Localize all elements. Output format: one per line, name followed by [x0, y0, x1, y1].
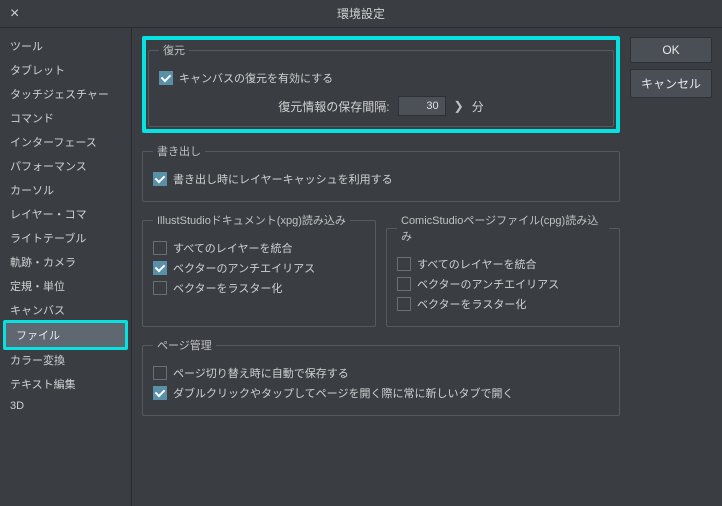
sidebar-label: カラー変換	[10, 355, 65, 367]
sidebar-item-text[interactable]: テキスト編集	[0, 372, 131, 396]
restore-enable-label: キャンバスの復元を有効にする	[179, 70, 333, 86]
cpg-raster-row[interactable]: ベクターをラスター化	[397, 296, 609, 312]
sidebar-label: インターフェース	[10, 137, 97, 149]
restore-enable-row[interactable]: キャンバスの復元を有効にする	[159, 70, 603, 86]
close-icon[interactable]: ×	[10, 5, 19, 23]
main-body: ツール タブレット タッチジェスチャー コマンド インターフェース パフォーマン…	[0, 28, 722, 506]
chevron-right-icon[interactable]: ❯	[454, 99, 464, 113]
xpg-merge-label: すべてのレイヤーを統合	[173, 240, 292, 256]
cpg-group: ComicStudioページファイル(cpg)読み込み すべてのレイヤーを統合 …	[386, 212, 620, 327]
xpg-aa-row[interactable]: ベクターのアンチエイリアス	[153, 260, 365, 276]
cpg-merge-label: すべてのレイヤーを統合	[417, 256, 536, 272]
window-title: 環境設定	[337, 5, 385, 22]
sidebar-label: パフォーマンス	[10, 161, 87, 173]
autosave-label: ページ切り替え時に自動で保存する	[173, 365, 349, 381]
sidebar-label: コマンド	[10, 113, 54, 125]
cancel-button[interactable]: キャンセル	[630, 69, 712, 98]
checkbox-restore-enable[interactable]	[159, 71, 173, 85]
sidebar-item-canvas[interactable]: キャンバス	[0, 298, 131, 322]
sidebar-label: ツール	[10, 41, 43, 53]
sidebar-label: タッチジェスチャー	[10, 89, 109, 101]
sidebar-label: テキスト編集	[10, 379, 76, 391]
sidebar-label: タブレット	[10, 65, 65, 77]
restore-legend: 復元	[159, 42, 189, 58]
sidebar-item-ruler[interactable]: 定規・単位	[0, 274, 131, 298]
cpg-aa-label: ベクターのアンチエイリアス	[417, 276, 559, 292]
newtab-label: ダブルクリックやタップしてページを開く際に常に新しいタブで開く	[173, 385, 513, 401]
checkbox-newtab[interactable]	[153, 386, 167, 400]
sidebar-item-cursor[interactable]: カーソル	[0, 178, 131, 202]
checkbox-cpg-aa[interactable]	[397, 277, 411, 291]
sidebar-item-touch[interactable]: タッチジェスチャー	[0, 82, 131, 106]
xpg-aa-label: ベクターのアンチエイリアス	[173, 260, 315, 276]
sidebar-item-performance[interactable]: パフォーマンス	[0, 154, 131, 178]
sidebar-label: 3D	[10, 400, 24, 412]
sidebar-label: 定規・単位	[10, 281, 65, 293]
sidebar-label: キャンバス	[10, 305, 65, 317]
import-groups: IllustStudioドキュメント(xpg)読み込み すべてのレイヤーを統合 …	[142, 212, 620, 337]
sidebar-item-color[interactable]: カラー変換	[0, 348, 131, 372]
cpg-merge-row[interactable]: すべてのレイヤーを統合	[397, 256, 609, 272]
newtab-row[interactable]: ダブルクリックやタップしてページを開く際に常に新しいタブで開く	[153, 385, 609, 401]
export-cache-row[interactable]: 書き出し時にレイヤーキャッシュを利用する	[153, 171, 609, 187]
checkbox-xpg-raster[interactable]	[153, 281, 167, 295]
sidebar-label: レイヤー・コマ	[10, 209, 87, 221]
autosave-row[interactable]: ページ切り替え時に自動で保存する	[153, 365, 609, 381]
checkbox-export-cache[interactable]	[153, 172, 167, 186]
sidebar-item-file[interactable]: ファイル	[6, 323, 125, 347]
sidebar-item-trajectory[interactable]: 軌跡・カメラ	[0, 250, 131, 274]
ok-button[interactable]: OK	[630, 37, 712, 63]
export-cache-label: 書き出し時にレイヤーキャッシュを利用する	[173, 171, 393, 187]
sidebar-item-command[interactable]: コマンド	[0, 106, 131, 130]
export-legend: 書き出し	[153, 143, 205, 159]
restore-interval-row: 復元情報の保存間隔: ❯ 分	[159, 96, 603, 116]
checkbox-autosave[interactable]	[153, 366, 167, 380]
restore-group: 復元 キャンバスの復元を有効にする 復元情報の保存間隔: ❯ 分	[148, 42, 614, 127]
sidebar-item-lighttable[interactable]: ライトテーブル	[0, 226, 131, 250]
sidebar-label: ライトテーブル	[10, 233, 86, 245]
page-mgmt-group: ページ管理 ページ切り替え時に自動で保存する ダブルクリックやタップしてページを…	[142, 337, 620, 416]
checkbox-xpg-aa[interactable]	[153, 261, 167, 275]
cpg-raster-label: ベクターをラスター化	[417, 296, 526, 312]
content-area: 復元 キャンバスの復元を有効にする 復元情報の保存間隔: ❯ 分 書き出し	[132, 28, 722, 506]
xpg-raster-row[interactable]: ベクターをラスター化	[153, 280, 365, 296]
settings-column: 復元 キャンバスの復元を有効にする 復元情報の保存間隔: ❯ 分 書き出し	[142, 36, 620, 498]
restore-interval-unit: 分	[472, 98, 484, 115]
checkbox-cpg-merge[interactable]	[397, 257, 411, 271]
sidebar-item-tablet[interactable]: タブレット	[0, 58, 131, 82]
sidebar-item-tool[interactable]: ツール	[0, 34, 131, 58]
xpg-legend: IllustStudioドキュメント(xpg)読み込み	[153, 212, 350, 228]
checkbox-xpg-merge[interactable]	[153, 241, 167, 255]
sidebar-label: ファイル	[16, 330, 60, 342]
sidebar-label: カーソル	[10, 185, 54, 197]
sidebar-item-interface[interactable]: インターフェース	[0, 130, 131, 154]
title-bar: × 環境設定	[0, 0, 722, 28]
sidebar-item-layer[interactable]: レイヤー・コマ	[0, 202, 131, 226]
xpg-group: IllustStudioドキュメント(xpg)読み込み すべてのレイヤーを統合 …	[142, 212, 376, 327]
restore-interval-input[interactable]	[398, 96, 446, 116]
cpg-legend: ComicStudioページファイル(cpg)読み込み	[397, 212, 609, 244]
checkbox-cpg-raster[interactable]	[397, 297, 411, 311]
xpg-merge-row[interactable]: すべてのレイヤーを統合	[153, 240, 365, 256]
restore-interval-label: 復元情報の保存間隔:	[278, 98, 389, 115]
sidebar-item-3d[interactable]: 3D	[0, 396, 131, 416]
export-group: 書き出し 書き出し時にレイヤーキャッシュを利用する	[142, 143, 620, 202]
page-mgmt-legend: ページ管理	[153, 337, 216, 353]
xpg-raster-label: ベクターをラスター化	[173, 280, 282, 296]
highlight-box-restore: 復元 キャンバスの復元を有効にする 復元情報の保存間隔: ❯ 分	[142, 36, 620, 133]
sidebar-label: 軌跡・カメラ	[10, 257, 76, 269]
cpg-aa-row[interactable]: ベクターのアンチエイリアス	[397, 276, 609, 292]
dialog-buttons: OK キャンセル	[630, 36, 712, 498]
highlight-box-sidebar: ファイル	[3, 320, 128, 350]
sidebar: ツール タブレット タッチジェスチャー コマンド インターフェース パフォーマン…	[0, 28, 132, 506]
